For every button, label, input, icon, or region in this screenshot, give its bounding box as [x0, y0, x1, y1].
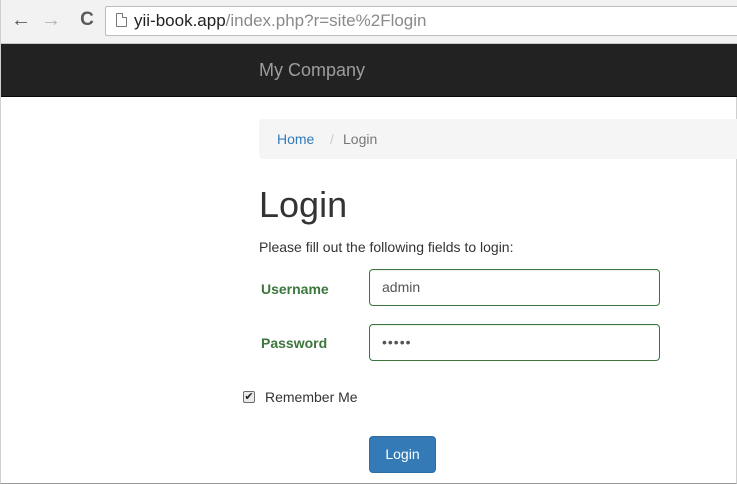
login-button[interactable]: Login — [369, 436, 436, 473]
page-title: Login — [259, 184, 348, 225]
username-label: Username — [261, 281, 329, 297]
address-bar[interactable]: yii-book.app/index.php?r=site%2Flogin — [105, 6, 737, 36]
intro-text: Please fill out the following fields to … — [259, 239, 514, 255]
breadcrumb-current: Login — [343, 131, 378, 147]
reload-icon[interactable]: C — [77, 9, 97, 31]
password-input[interactable]: ••••• — [369, 324, 660, 361]
forward-arrow-icon[interactable]: → — [41, 9, 61, 31]
browser-toolbar: ← → C yii-book.app/index.php?r=site%2Flo… — [1, 0, 737, 44]
remember-me-label[interactable]: Remember Me — [265, 387, 358, 407]
breadcrumb-home-link[interactable]: Home — [277, 119, 314, 159]
remember-me-checkbox[interactable]: ✔ — [243, 391, 255, 403]
breadcrumb: Home / Login — [259, 119, 737, 159]
document-icon — [116, 13, 127, 27]
url-host: yii-book.app — [134, 11, 226, 30]
breadcrumb-separator: / — [330, 131, 334, 147]
password-label: Password — [261, 335, 328, 351]
site-navbar: My Company — [1, 44, 737, 97]
url-text: yii-book.app/index.php?r=site%2Flogin — [134, 11, 427, 31]
back-arrow-icon[interactable]: ← — [11, 9, 31, 31]
username-input[interactable]: admin — [369, 269, 660, 306]
url-path: /index.php?r=site%2Flogin — [225, 11, 427, 30]
brand-link[interactable]: My Company — [259, 59, 365, 81]
